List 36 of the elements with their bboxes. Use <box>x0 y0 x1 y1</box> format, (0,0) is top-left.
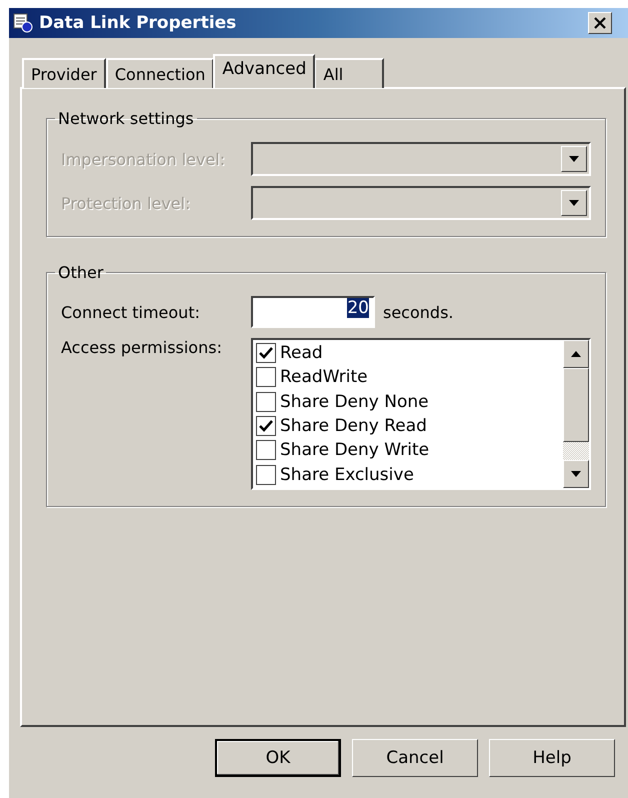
down-arrow-icon <box>571 471 581 477</box>
window-title: Data Link Properties <box>39 13 238 33</box>
dialog-button[interactable]: Help <box>489 739 615 777</box>
up-arrow-icon <box>571 351 581 357</box>
app-icon <box>13 13 33 33</box>
tab[interactable]: Connection <box>106 58 214 88</box>
permission-option[interactable]: Share Deny None <box>256 390 560 414</box>
close-icon <box>594 17 606 29</box>
tab[interactable]: All <box>314 58 384 88</box>
checkbox[interactable] <box>256 392 276 412</box>
dialog-button[interactable]: Cancel <box>352 739 478 777</box>
caret-icon <box>569 200 579 206</box>
dropdown-field[interactable] <box>251 142 591 176</box>
unit-label: seconds. <box>383 302 454 322</box>
group-title: Network settings <box>57 109 195 128</box>
checkbox[interactable] <box>256 416 276 436</box>
permission-option[interactable]: Read <box>256 341 560 366</box>
group-title: Other <box>57 263 104 282</box>
tab[interactable]: Advanced <box>213 54 316 88</box>
caret-icon <box>569 156 579 162</box>
field-label: Connect timeout: <box>61 302 201 322</box>
timeout-field[interactable]: 20 <box>251 296 375 328</box>
checkbox[interactable] <box>256 464 276 485</box>
permission-option[interactable]: Share Deny Write <box>256 438 560 463</box>
checkbox[interactable] <box>256 343 276 364</box>
field-label: Access permissions: <box>61 338 223 357</box>
permission-option[interactable]: ReadWrite <box>256 365 560 390</box>
dropdown-field[interactable] <box>251 186 591 220</box>
checkbox[interactable] <box>256 440 276 460</box>
permission-option[interactable]: Share Exclusive <box>256 462 560 487</box>
scrollbar[interactable] <box>563 340 589 488</box>
permission-option[interactable]: Share Deny Read <box>256 414 560 438</box>
checkbox[interactable] <box>256 367 276 388</box>
close-button[interactable] <box>588 12 612 34</box>
dialog-button[interactable]: OK <box>215 739 341 777</box>
tab[interactable]: Provider <box>22 58 106 88</box>
